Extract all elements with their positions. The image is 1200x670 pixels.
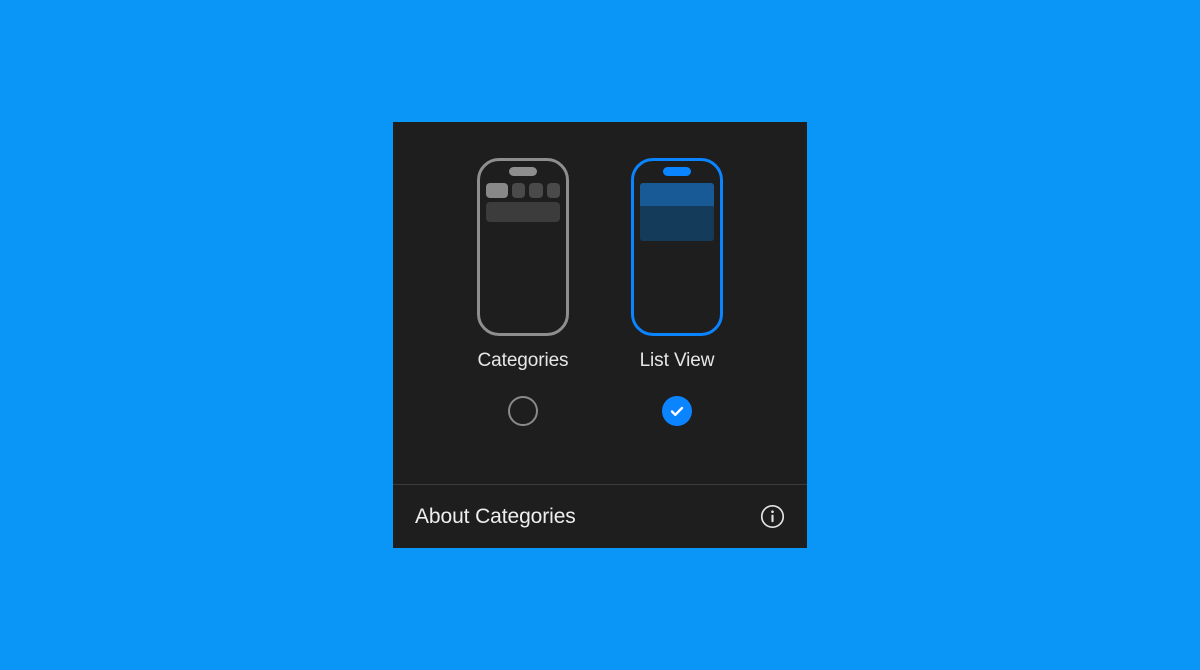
settings-panel: Categories List View About Categories	[393, 122, 807, 548]
option-list-view[interactable]: List View	[631, 158, 723, 484]
radio-list-view[interactable]	[662, 396, 692, 426]
option-categories-label: Categories	[478, 350, 569, 372]
info-icon	[760, 504, 785, 529]
option-list-view-label: List View	[640, 350, 715, 372]
categories-preview	[477, 158, 569, 336]
radio-categories[interactable]	[508, 396, 538, 426]
list-view-preview-content	[640, 183, 714, 241]
option-categories[interactable]: Categories	[477, 158, 569, 484]
checkmark-icon	[669, 403, 685, 419]
phone-notch-icon	[509, 167, 537, 176]
list-view-preview	[631, 158, 723, 336]
view-options-group: Categories List View	[393, 122, 807, 484]
categories-preview-content	[486, 183, 560, 222]
about-categories-label: About Categories	[415, 505, 576, 529]
phone-notch-icon	[663, 167, 691, 176]
about-categories-row[interactable]: About Categories	[393, 484, 807, 548]
